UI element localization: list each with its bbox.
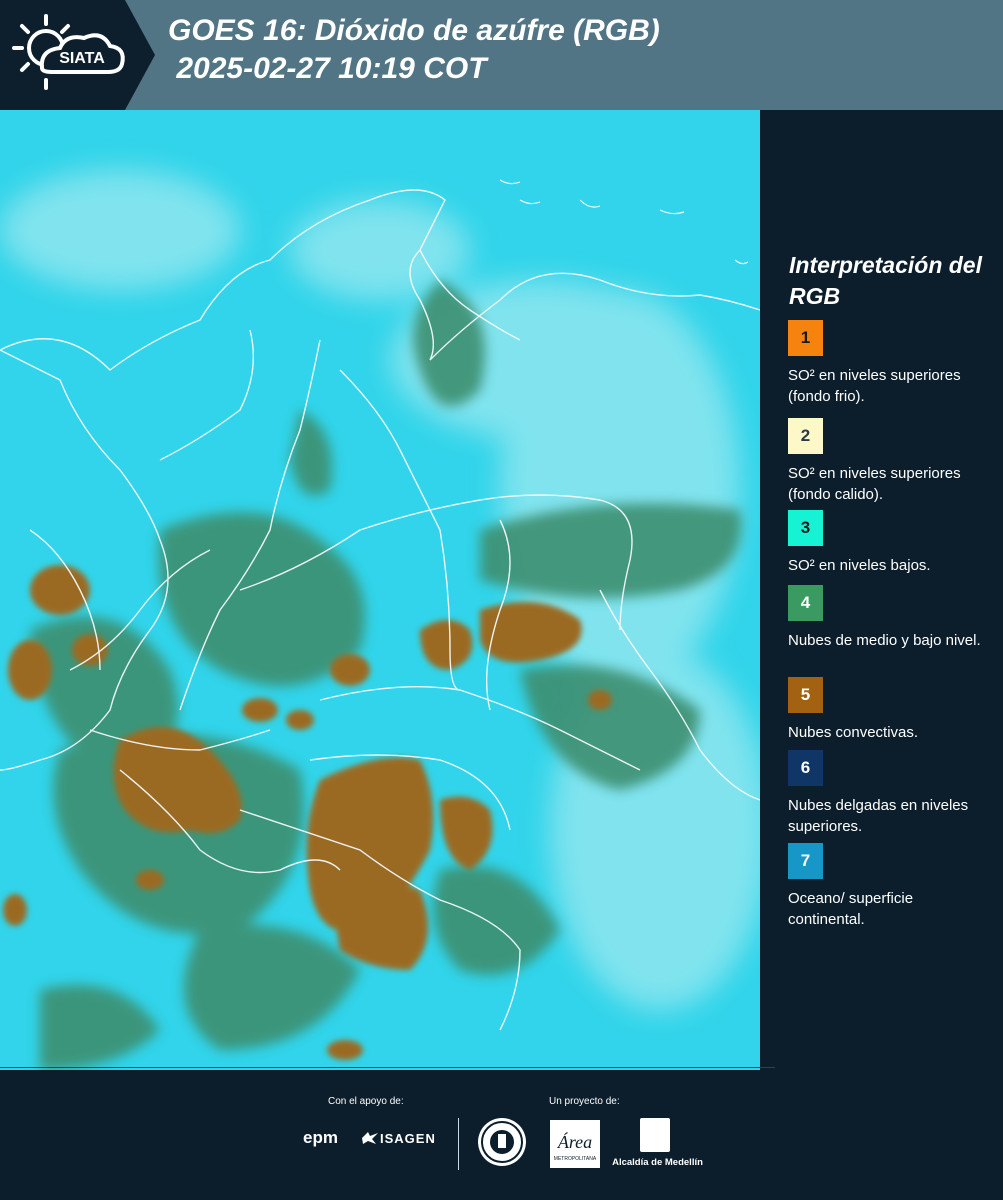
isagen-logo: ISAGEN [360,1130,436,1146]
legend-swatch-7: 7 [788,843,823,879]
legend-text-2: SO² en niveles superiores (fondo calido)… [788,465,961,503]
legend-text-3: SO² en niveles bajos. [788,557,931,574]
medellin-seal-logo [478,1118,526,1166]
area-sub: METROPOLITANA [554,1156,597,1162]
logo-text: SIATA [59,50,105,67]
title-line-2: 2025-02-27 10:19 COT [168,52,487,85]
legend-item-4: 4 Nubes de medio y bajo nivel. [788,585,993,651]
legend-text-4: Nubes de medio y bajo nivel. [788,632,981,649]
area-name: Área [557,1131,592,1152]
legend-text-7: Oceano/ superficie continental. [788,890,914,928]
legend-item-3: 3 SO² en niveles bajos. [788,510,993,576]
legend-item-5: 5 Nubes convectivas. [788,677,993,743]
legend-title: Interpretación del RGB [789,252,982,309]
footer: Con el apoyo de: Un proyecto de: epm ISA… [0,1067,1003,1200]
footer-vertical-divider [458,1118,459,1170]
area-metropolitana-logo: Área METROPOLITANA [550,1120,600,1168]
shield-icon [640,1118,670,1152]
legend-text-5: Nubes convectivas. [788,724,919,741]
legend-item-6: 6 Nubes delgadas en niveles superiores. [788,750,993,837]
legend-swatch-6: 6 [788,750,823,786]
legend-item-1: 1 SO² en niveles superiores (fondo frio)… [788,320,993,407]
satellite-map [0,110,760,1070]
alcaldia-medellin-logo: Alcaldía de Medellín [610,1118,705,1170]
alcaldia-label: Alcaldía de Medellín [612,1157,703,1168]
legend-swatch-1: 1 [788,320,823,356]
legend-item-7: 7 Oceano/ superficie continental. [788,843,993,930]
legend-item-2: 2 SO² en niveles superiores (fondo calid… [788,418,993,505]
legend-swatch-5: 5 [788,677,823,713]
page-title: GOES 16: Dióxido de azúfre (RGB) 2025-02… [168,12,660,88]
header: SIATA GOES 16: Dióxido de azúfre (RGB) 2… [0,0,1003,110]
legend-panel: Interpretación del RGB 1 SO² en niveles … [760,110,1003,1070]
isagen-label: ISAGEN [380,1130,436,1146]
legend-text-1: SO² en niveles superiores (fondo frio). [788,367,961,405]
isagen-mark-icon [362,1132,378,1144]
support-label: Con el apoyo de: [328,1096,404,1107]
legend-swatch-4: 4 [788,585,823,621]
legend-swatch-3: 3 [788,510,823,546]
project-label: Un proyecto de: [549,1096,620,1107]
siata-logo: SIATA [0,0,155,110]
legend-swatch-2: 2 [788,418,823,454]
footer-divider-line [0,1067,775,1068]
title-line-1: GOES 16: Dióxido de azúfre (RGB) [168,14,660,47]
legend-text-6: Nubes delgadas en niveles superiores. [788,797,969,835]
epm-logo: epm [303,1128,338,1147]
